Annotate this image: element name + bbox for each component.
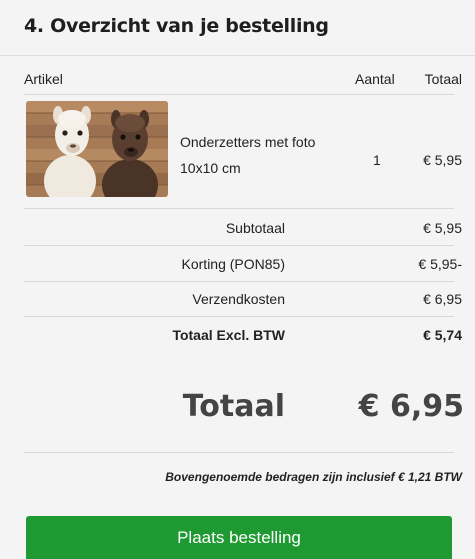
column-header-quantity: Aantal: [355, 71, 395, 87]
summary-divider: [24, 245, 454, 246]
shipping-label: Verzendkosten: [192, 291, 285, 307]
subtotal-value: € 5,95: [423, 220, 462, 236]
discount-value: € 5,95-: [418, 256, 462, 272]
items-divider: [24, 208, 454, 209]
column-header-article: Artikel: [24, 71, 63, 87]
product-name: Onderzetters met foto 10x10 cm: [180, 134, 316, 176]
grand-total-label: Totaal: [182, 389, 285, 424]
vat-note: Bovengenoemde bedragen zijn inclusief € …: [165, 470, 462, 484]
total-excl-vat-value: € 5,74: [423, 327, 462, 343]
column-header-total: Totaal: [424, 71, 462, 87]
place-order-button[interactable]: Plaats bestelling: [26, 516, 452, 559]
total-divider: [24, 452, 454, 453]
order-summary-panel: 4. Overzicht van je bestelling Artikel A…: [0, 0, 475, 559]
section-title: 4. Overzicht van je bestelling: [24, 15, 329, 37]
subtotal-label: Subtotaal: [225, 220, 285, 236]
product-quantity: 1: [373, 152, 381, 168]
shipping-value: € 6,95: [423, 291, 462, 307]
header-divider: [24, 94, 454, 95]
product-price: € 5,95: [423, 152, 462, 168]
grand-total-value: € 6,95: [358, 389, 464, 424]
discount-label: Korting (PON85): [181, 256, 285, 272]
section-header: 4. Overzicht van je bestelling: [0, 0, 475, 56]
summary-divider: [24, 281, 454, 282]
total-excl-vat-label: Totaal Excl. BTW: [172, 327, 285, 343]
product-thumbnail: [26, 101, 168, 197]
summary-divider: [24, 316, 454, 317]
alpaca-photo-image: [26, 101, 168, 197]
